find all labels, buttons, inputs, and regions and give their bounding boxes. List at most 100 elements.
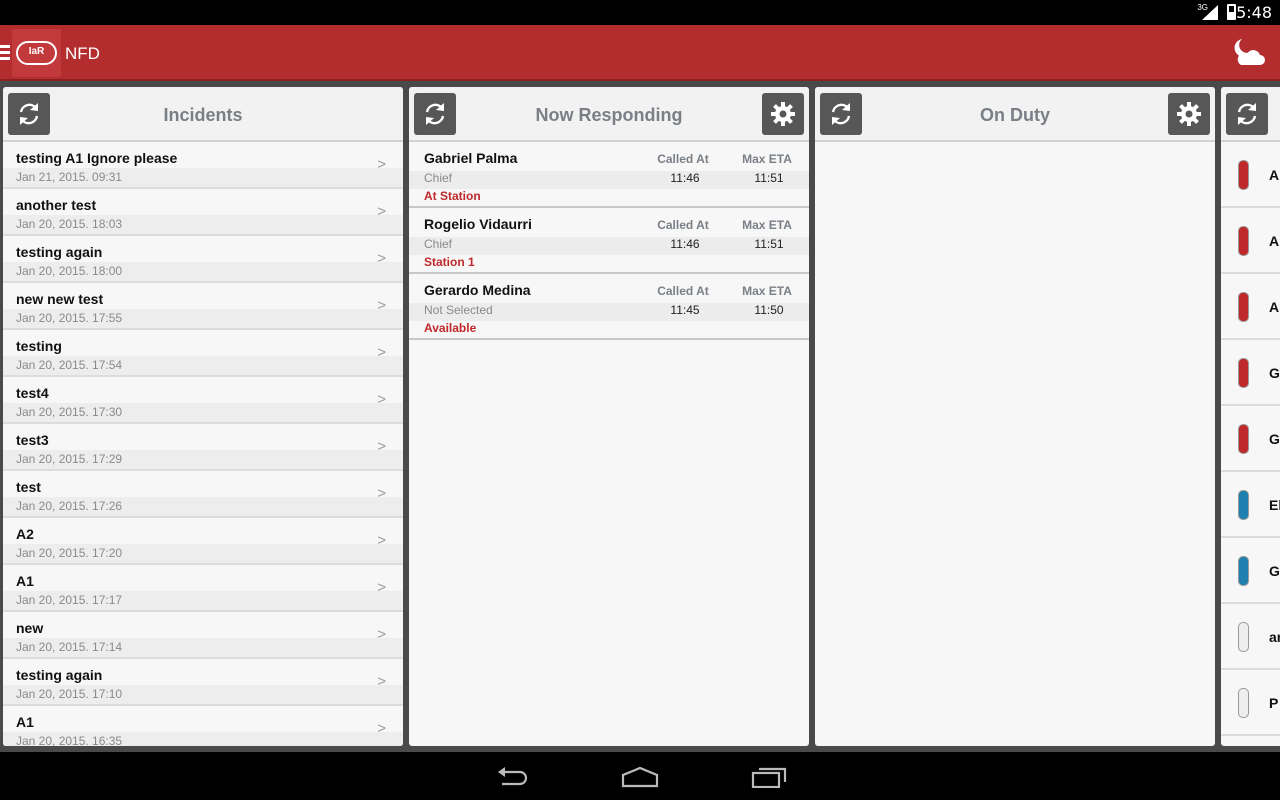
responder-name: Gerardo Medina (424, 282, 531, 298)
incident-list-item[interactable]: testing again Jan 20, 2015. 17:10 > (3, 659, 403, 706)
responder-name: Gabriel Palma (424, 150, 518, 166)
status-pill (1238, 490, 1249, 520)
incident-title: test4 (16, 385, 49, 401)
incident-list: testing A1 Ignore please Jan 21, 2015. 09… (3, 142, 403, 746)
incident-date: Jan 20, 2015. 17:10 (16, 687, 123, 701)
apparatus-list-item[interactable]: G (1221, 406, 1280, 472)
incident-date: Jan 20, 2015. 17:54 (16, 358, 123, 372)
incident-title: A2 (16, 526, 34, 542)
incident-list-item[interactable]: new Jan 20, 2015. 17:14 > (3, 612, 403, 659)
apparatus-list-item[interactable]: G (1221, 538, 1280, 604)
chevron-right-icon: > (377, 720, 386, 737)
gear-icon (771, 102, 795, 126)
status-pill (1238, 622, 1249, 652)
apparatus-list-item[interactable]: P (1221, 670, 1280, 736)
responding-settings-button[interactable] (762, 93, 804, 135)
chevron-right-icon: > (377, 391, 386, 408)
now-responding-panel: Now Responding Gabriel Palma Chief At Stat… (409, 87, 809, 746)
responder-name: Rogelio Vidaurri (424, 216, 532, 232)
app-logo[interactable]: IaR (12, 29, 61, 77)
max-eta-value: 11:51 (754, 171, 784, 185)
gear-icon (1177, 102, 1201, 126)
refresh-icon (1237, 103, 1257, 125)
incident-date: Jan 21, 2015. 09:31 (16, 170, 123, 184)
apparatus-list-item[interactable]: G (1221, 340, 1280, 406)
responder-role: Chief (424, 237, 453, 251)
incident-list-item[interactable]: another test Jan 20, 2015. 18:03 > (3, 189, 403, 236)
app-title: NFD (65, 44, 100, 63)
incident-title: testing again (16, 667, 103, 683)
battery-icon (1227, 4, 1236, 20)
recents-icon[interactable] (751, 766, 787, 788)
incident-list-item[interactable]: A1 Jan 20, 2015. 16:35 > (3, 706, 403, 746)
home-icon[interactable] (621, 766, 659, 788)
chevron-right-icon: > (377, 438, 386, 455)
incident-date: Jan 20, 2015. 17:17 (16, 593, 123, 607)
responder-list-item[interactable]: Gerardo Medina Not Selected Available Calle… (409, 274, 809, 340)
logo-text: IaR (28, 46, 45, 57)
incident-list-item[interactable]: test3 Jan 20, 2015. 17:29 > (3, 424, 403, 471)
incident-title: new new test (16, 291, 104, 307)
apparatus-list-item[interactable]: A (1221, 142, 1280, 208)
responder-status: Available (424, 321, 477, 335)
apparatus-label: G (1269, 563, 1280, 579)
incident-title: test3 (16, 432, 49, 448)
apparatus-list: A A A G G El Gar P (1221, 142, 1280, 736)
chevron-right-icon: > (377, 626, 386, 643)
called-at-value: 11:45 (670, 303, 700, 317)
called-at-value: 11:46 (670, 171, 700, 185)
apparatus-label: G (1269, 431, 1280, 447)
apparatus-list-item[interactable]: ar (1221, 604, 1280, 670)
incident-list-item[interactable]: test4 Jan 20, 2015. 17:30 > (3, 377, 403, 424)
incident-date: Jan 20, 2015. 17:30 (16, 405, 123, 419)
called-at-value: 11:46 (670, 237, 700, 251)
incident-title: A1 (16, 714, 34, 730)
max-eta-header: Max ETA (742, 152, 792, 166)
apparatus-label: A (1269, 167, 1280, 183)
on-duty-settings-button[interactable] (1168, 93, 1210, 135)
called-at-header: Called At (657, 218, 709, 232)
incident-list-item[interactable]: A2 Jan 20, 2015. 17:20 > (3, 518, 403, 565)
menu-icon[interactable] (0, 45, 10, 60)
incident-title: testing (16, 338, 62, 354)
chevron-right-icon: > (377, 532, 386, 549)
max-eta-value: 11:51 (754, 237, 784, 251)
on-duty-panel: On Duty (815, 87, 1215, 746)
incident-date: Jan 20, 2015. 17:20 (16, 546, 123, 560)
incident-date: Jan 20, 2015. 17:26 (16, 499, 123, 513)
chevron-right-icon: > (377, 344, 386, 361)
incidents-title: Incidents (163, 105, 243, 125)
apparatus-panel: A A A G G El Gar P (1221, 87, 1280, 746)
chevron-right-icon: > (377, 673, 386, 690)
chevron-right-icon: > (377, 156, 386, 173)
apparatus-label: A (1269, 299, 1280, 315)
incident-list-item[interactable]: new new test Jan 20, 2015. 17:55 > (3, 283, 403, 330)
incident-list-item[interactable]: A1 Jan 20, 2015. 17:17 > (3, 565, 403, 612)
incident-title: new (16, 620, 44, 636)
chevron-right-icon: > (377, 203, 386, 220)
now-responding-header: Now Responding (409, 87, 809, 142)
incident-list-item[interactable]: test Jan 20, 2015. 17:26 > (3, 471, 403, 518)
apparatus-list-item[interactable]: A (1221, 274, 1280, 340)
incident-title: test (16, 479, 41, 495)
status-bar: 3G 5:48 (0, 0, 1280, 25)
incident-list-item[interactable]: testing again Jan 20, 2015. 18:00 > (3, 236, 403, 283)
weather-icon[interactable] (1232, 37, 1266, 67)
incident-list-item[interactable]: testing Jan 20, 2015. 17:54 > (3, 330, 403, 377)
apparatus-list-item[interactable]: El (1221, 472, 1280, 538)
chevron-right-icon: > (377, 579, 386, 596)
responder-list-item[interactable]: Gabriel Palma Chief At Station Called At Max… (409, 142, 809, 208)
responder-list-item[interactable]: Rogelio Vidaurri Chief Station 1 Called At M… (409, 208, 809, 274)
apparatus-list-item[interactable]: A (1221, 208, 1280, 274)
incident-list-item[interactable]: testing A1 Ignore please Jan 21, 2015. 09… (3, 142, 403, 189)
back-icon[interactable] (496, 766, 530, 788)
apparatus-header (1221, 87, 1280, 142)
apparatus-refresh-button[interactable] (1226, 93, 1268, 135)
incident-date: Jan 20, 2015. 18:00 (16, 264, 123, 278)
incident-date: Jan 20, 2015. 16:35 (16, 734, 123, 746)
incident-title: testing again (16, 244, 103, 260)
apparatus-label: A (1269, 233, 1280, 249)
max-eta-header: Max ETA (742, 218, 792, 232)
apparatus-label: G (1269, 365, 1280, 381)
status-pill (1238, 556, 1249, 586)
